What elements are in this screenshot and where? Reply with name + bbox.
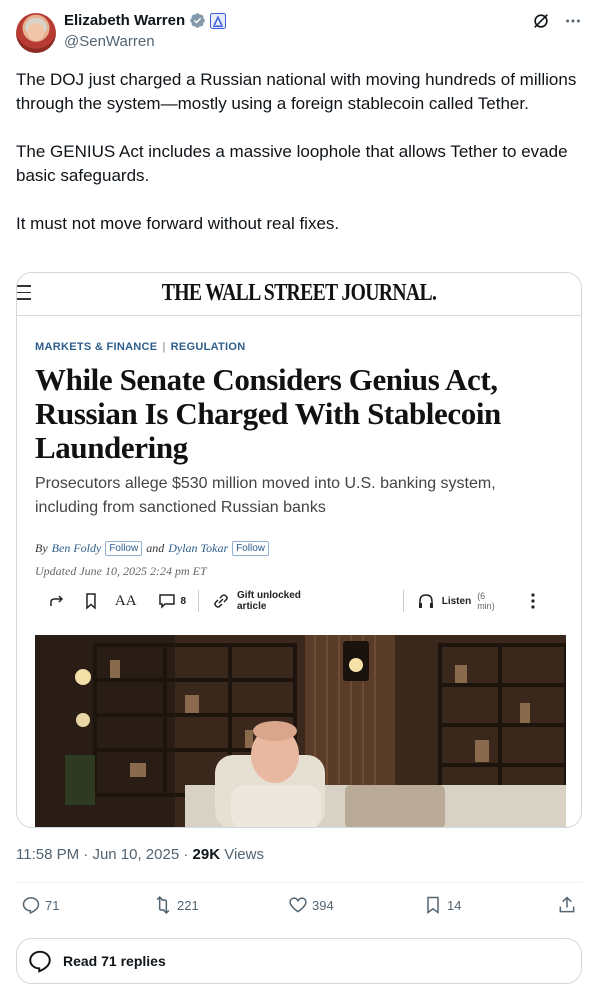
repost-count: 221 bbox=[177, 897, 199, 913]
section-separator: | bbox=[162, 341, 166, 353]
reply-bubble-icon bbox=[29, 950, 51, 973]
photo-illustration bbox=[35, 635, 566, 827]
byline-author: Dylan Tokar bbox=[168, 541, 229, 555]
article-headline: While Senate Considers Genius Act, Russi… bbox=[35, 362, 501, 465]
bookmark-icon bbox=[427, 896, 439, 914]
government-badge-icon[interactable] bbox=[210, 12, 227, 29]
by-label: By bbox=[35, 541, 48, 555]
more-options-icon[interactable] bbox=[564, 12, 582, 30]
comment-icon bbox=[158, 594, 175, 609]
heart-icon bbox=[289, 897, 307, 913]
divider bbox=[16, 882, 582, 883]
bookmark-count: 14 bbox=[447, 897, 462, 913]
article-updated: Updated June 10, 2025 2:24 pm ET bbox=[35, 564, 207, 578]
share-button[interactable] bbox=[557, 895, 577, 915]
tweet-time[interactable]: 11:58 PM bbox=[16, 846, 79, 863]
meta-dot: · bbox=[183, 846, 189, 863]
divider bbox=[198, 590, 200, 612]
grok-icon[interactable] bbox=[532, 12, 550, 30]
read-replies-label: Read 71 replies bbox=[63, 953, 166, 969]
views-label: Views bbox=[224, 846, 264, 863]
name-row: Elizabeth Warren bbox=[64, 12, 227, 29]
tweet-header: Elizabeth Warren @SenWarren bbox=[16, 10, 582, 56]
tweet-paragraph: The DOJ just charged a Russian national … bbox=[16, 70, 577, 113]
reply-button[interactable]: 71 bbox=[21, 895, 59, 915]
tweet-date[interactable]: Jun 10, 2025 bbox=[92, 846, 179, 863]
subsection-label: REGULATION bbox=[170, 341, 246, 353]
share-icon bbox=[50, 595, 64, 606]
reply-icon bbox=[22, 897, 40, 915]
article-photo bbox=[35, 635, 566, 827]
avatar[interactable] bbox=[16, 13, 56, 53]
article-toolbar: AA 8 Gift unlocked article Listen (6 min… bbox=[47, 589, 557, 613]
like-count: 394 bbox=[312, 897, 334, 913]
and-label: and bbox=[146, 541, 165, 555]
like-button[interactable]: 394 bbox=[288, 895, 334, 915]
tweet-paragraph: The GENIUS Act includes a massive loopho… bbox=[16, 142, 568, 185]
reply-count: 71 bbox=[45, 897, 60, 913]
meta-dot: · bbox=[83, 846, 89, 863]
article-dek: Prosecutors allege $530 million moved in… bbox=[35, 475, 496, 516]
tweet-action-bar: 71 221 394 14 bbox=[16, 895, 582, 919]
article-byline: By Ben Foldy Follow and Dylan Tokar Foll… bbox=[35, 541, 270, 556]
repost-icon bbox=[156, 896, 170, 914]
views-count: 29K bbox=[192, 846, 221, 863]
tweet-text: The DOJ just charged a Russian national … bbox=[16, 68, 586, 260]
author-name[interactable]: Elizabeth Warren bbox=[64, 12, 185, 29]
bookmark-icon bbox=[86, 593, 96, 610]
repost-button[interactable]: 221 bbox=[153, 895, 199, 915]
follow-badge: Follow bbox=[105, 541, 143, 556]
divider bbox=[402, 590, 404, 612]
tweet-paragraph: It must not move forward without real fi… bbox=[16, 214, 340, 233]
gift-article-label: Gift unlocked article bbox=[236, 590, 301, 612]
wsj-masthead: THE WALL STREET JOURNAL. bbox=[17, 273, 581, 316]
comment-count: 8 bbox=[180, 595, 187, 607]
divider bbox=[16, 926, 582, 927]
bookmark-button[interactable]: 14 bbox=[423, 895, 461, 915]
header-actions bbox=[532, 12, 582, 30]
listen-duration: (6 min) bbox=[477, 591, 495, 611]
section-label: MARKETS & FINANCE bbox=[35, 341, 158, 353]
share-icon bbox=[559, 896, 575, 913]
headphones-icon bbox=[418, 594, 433, 608]
follow-badge: Follow bbox=[232, 541, 270, 556]
tweet-meta: 11:58 PM · Jun 10, 2025 · 29K Views bbox=[16, 846, 264, 863]
author-handle[interactable]: @SenWarren bbox=[64, 33, 155, 50]
byline-author: Ben Foldy bbox=[51, 541, 102, 555]
link-icon bbox=[214, 594, 228, 608]
kebab-menu-icon bbox=[531, 593, 535, 609]
read-replies-button[interactable]: Read 71 replies bbox=[16, 938, 582, 984]
verified-badge-icon[interactable] bbox=[189, 12, 206, 29]
article-image-card[interactable]: THE WALL STREET JOURNAL. MARKETS & FINAN… bbox=[16, 272, 582, 828]
hamburger-menu-icon bbox=[17, 285, 33, 301]
wsj-logo: THE WALL STREET JOURNAL. bbox=[161, 280, 437, 306]
article-section: MARKETS & FINANCE | REGULATION bbox=[35, 341, 246, 353]
listen-label: Listen bbox=[441, 595, 472, 607]
text-size-icon: AA bbox=[114, 592, 137, 609]
